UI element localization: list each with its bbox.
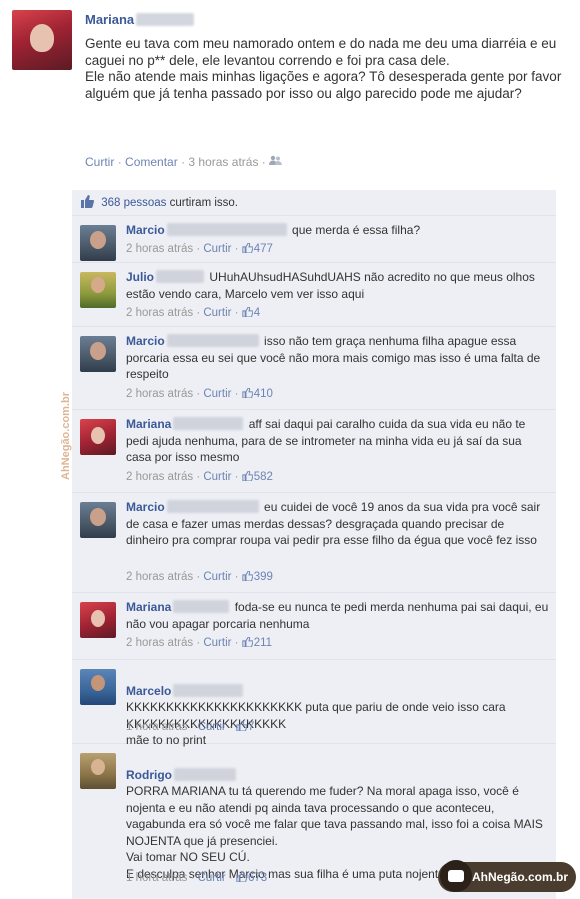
commenter-name[interactable]: Rodrigo (126, 768, 172, 782)
post-time[interactable]: 3 horas atrás (188, 155, 258, 169)
thumbs-up-icon (242, 242, 254, 254)
thumbs-up-icon (242, 470, 254, 482)
thumbs-up-icon (242, 570, 254, 582)
thumbs-up-icon (236, 720, 248, 732)
comment-likes[interactable]: 4 (242, 306, 260, 319)
avatar[interactable] (80, 602, 116, 638)
avatar[interactable] (80, 336, 116, 372)
like-link[interactable]: Curtir (203, 571, 231, 583)
comment-likes[interactable]: 582 (242, 470, 273, 483)
comment-likes[interactable]: 673 (236, 871, 267, 884)
comment-link[interactable]: Comentar (125, 155, 178, 169)
comment-item: Mariana aff sai daqui pai caralho cuida … (72, 411, 556, 493)
comment-meta: 2 horas atrás · Curtir · 211 (126, 636, 273, 649)
comment-meta: 1 hora atrás · Curtir · 673 (126, 871, 268, 884)
thumbs-up-icon (242, 387, 254, 399)
comment-time[interactable]: 2 horas atrás (126, 471, 193, 483)
comment-likes[interactable]: 399 (242, 570, 273, 583)
likes-summary: 368 pessoas curtiram isso. (72, 190, 556, 216)
comment-item: Mariana foda-se eu nunca te pedi merda n… (72, 594, 556, 660)
status-post: Mariana Gente eu tava com meu namorado o… (12, 10, 568, 180)
like-link[interactable]: Curtir (198, 872, 226, 884)
like-link[interactable]: Curtir (85, 155, 114, 169)
comment-likes[interactable]: 7 (236, 720, 254, 733)
comment-time[interactable]: 2 horas atrás (126, 637, 193, 649)
comment-meta: 2 horas atrás · Curtir · 477 (126, 242, 273, 255)
vertical-watermark: AhNegão.com.br (60, 391, 72, 480)
comment-item: Marcio que merda é essa filha? 2 horas a… (72, 217, 556, 263)
comment-time[interactable]: 1 hora atrás (126, 872, 187, 884)
commenter-name[interactable]: Marcio (126, 223, 165, 237)
comment-likes[interactable]: 211 (242, 636, 272, 649)
avatar[interactable] (80, 753, 116, 789)
thumbs-up-icon (242, 636, 254, 648)
comment-text: que merda é essa filha? (292, 223, 421, 237)
thumbs-up-icon (242, 306, 254, 318)
comment-item: Marcio isso não tem graça nenhuma filha … (72, 328, 556, 410)
comment-meta: 1 hora atrás · Curtir · 7 (126, 720, 255, 733)
comment-likes[interactable]: 410 (242, 387, 273, 400)
thumbs-up-icon (236, 871, 248, 883)
comment-time[interactable]: 1 hora atrás (126, 721, 187, 733)
like-link[interactable]: Curtir (203, 637, 231, 649)
like-link[interactable]: Curtir (203, 243, 231, 255)
commenter-name[interactable]: Marcio (126, 500, 165, 514)
like-link[interactable]: Curtir (203, 388, 231, 400)
audience-icon (269, 155, 283, 169)
comment-meta: 2 horas atrás · Curtir · 582 (126, 470, 273, 483)
mascot-icon (440, 860, 472, 892)
avatar[interactable] (80, 669, 116, 705)
like-link[interactable]: Curtir (203, 471, 231, 483)
comment-meta: 2 horas atrás · Curtir · 4 (126, 306, 261, 319)
comment-time[interactable]: 2 horas atrás (126, 307, 193, 319)
comment-item: Marcio eu cuidei de você 19 anos da sua … (72, 494, 556, 593)
like-link[interactable]: Curtir (198, 721, 226, 733)
comment-time[interactable]: 2 horas atrás (126, 571, 193, 583)
comment-meta: 2 horas atrás · Curtir · 410 (126, 387, 273, 400)
commenter-name[interactable]: Marcio (126, 334, 165, 348)
site-badge: AhNegão.com.br (438, 860, 576, 892)
comment-time[interactable]: 2 horas atrás (126, 388, 193, 400)
comments-section: 368 pessoas curtiram isso. Marcio que me… (72, 190, 556, 899)
avatar[interactable] (80, 502, 116, 538)
avatar[interactable] (12, 10, 72, 70)
thumbs-up-icon (80, 195, 95, 208)
post-meta: Curtir · Comentar · 3 horas atrás · (85, 155, 283, 169)
avatar[interactable] (80, 272, 116, 308)
comment-item: Marcelo KKKKKKKKKKKKKKKKKKKKKK puta que … (72, 661, 556, 747)
commenter-name[interactable]: Julio (126, 270, 154, 284)
post-author[interactable]: Mariana (85, 12, 196, 27)
likes-count-link[interactable]: 368 pessoas (101, 197, 166, 209)
comment-time[interactable]: 2 horas atrás (126, 243, 193, 255)
commenter-name[interactable]: Mariana (126, 600, 171, 614)
avatar[interactable] (80, 225, 116, 261)
like-link[interactable]: Curtir (203, 307, 231, 319)
comment-meta: 2 horas atrás · Curtir · 399 (126, 570, 273, 583)
post-text: Gente eu tava com meu namorado ontem e d… (85, 36, 562, 101)
comment-item: Julio UHuhAUhsudHASuhdUAHS não acredito … (72, 264, 556, 327)
commenter-name[interactable]: Mariana (126, 417, 171, 431)
commenter-name[interactable]: Marcelo (126, 684, 171, 698)
comment-likes[interactable]: 477 (242, 242, 273, 255)
